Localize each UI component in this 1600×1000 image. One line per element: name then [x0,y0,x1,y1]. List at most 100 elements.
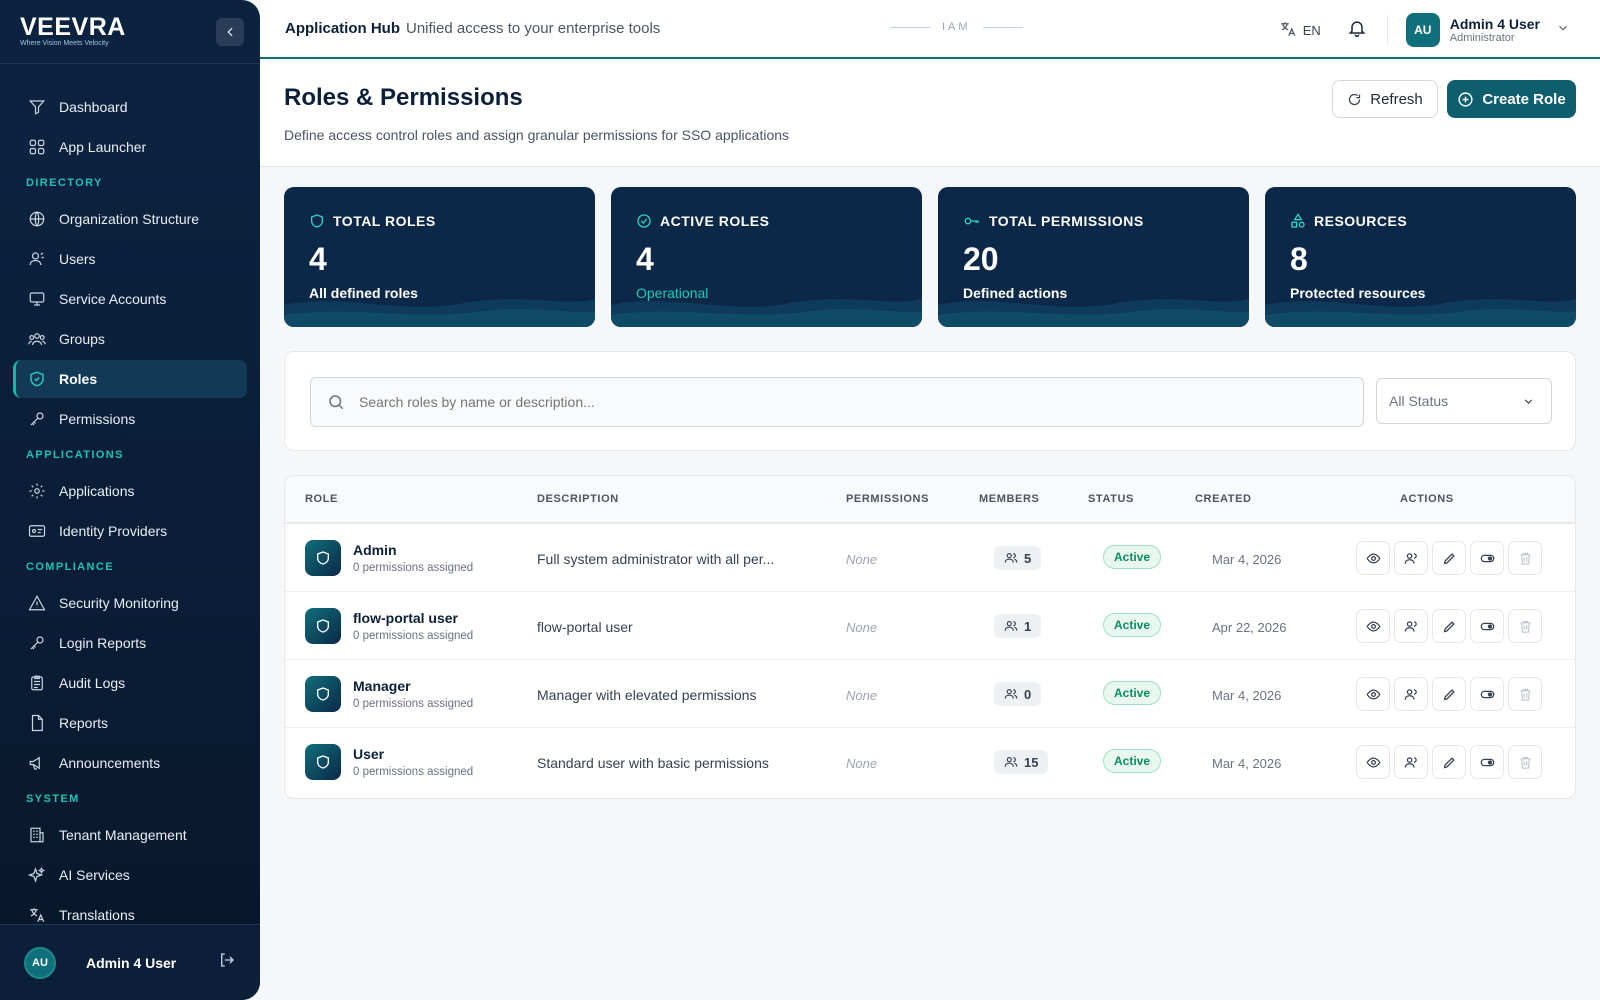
roles-table: ROLE DESCRIPTION PERMISSIONS MEMBERS STA… [284,475,1576,799]
status-filter-select[interactable]: All Status [1376,378,1552,424]
delete-button[interactable] [1508,677,1542,711]
sidebar-item-app-launcher[interactable]: App Launcher [13,128,247,166]
sidebar-item-label: Security Monitoring [59,595,179,611]
sidebar-item-reports[interactable]: Reports [13,704,247,742]
sidebar-item-announcements[interactable]: Announcements [13,744,247,782]
sidebar-item-organization-structure[interactable]: Organization Structure [13,200,247,238]
sidebar-item-dashboard[interactable]: Dashboard [13,88,247,126]
toggle-status-button[interactable] [1470,745,1504,779]
toggle-icon [1480,758,1494,766]
column-header[interactable]: DESCRIPTION [537,493,619,505]
sidebar-nav: Dashboard App Launcher DIRECTORY Organiz… [0,64,260,934]
toggle-status-button[interactable] [1470,541,1504,575]
members-badge[interactable]: 5 [994,546,1042,570]
users-icon [1004,621,1018,631]
toggle-status-button[interactable] [1470,609,1504,643]
edit-button[interactable] [1432,609,1466,643]
user-name: Admin 4 User [1449,16,1540,32]
avatar[interactable]: AU [24,946,56,979]
stat-value: 4 [636,241,654,277]
toggle-status-button[interactable] [1470,677,1504,711]
create-role-button[interactable]: Create Role [1447,80,1576,118]
sidebar-item-label: Tenant Management [59,827,187,843]
delete-button[interactable] [1508,609,1542,643]
language-switcher[interactable]: EN [1279,20,1321,41]
monitor-icon [27,289,47,309]
view-button[interactable] [1356,541,1390,575]
role-name[interactable]: Admin [353,542,397,558]
role-shield-icon [305,676,341,712]
manage-members-button[interactable] [1394,677,1428,711]
view-button[interactable] [1356,745,1390,779]
stat-label: TOTAL PERMISSIONS [963,213,1144,229]
logout-icon[interactable] [218,951,236,974]
role-name[interactable]: User [353,746,384,762]
avatar[interactable]: AU [1405,13,1440,47]
table-row[interactable]: Manager 0 permissions assigned Manager w… [285,660,1575,728]
sidebar-item-users[interactable]: Users [13,240,247,278]
eye-icon [1366,552,1380,564]
user-menu[interactable]: Admin 4 User Administrator [1450,16,1540,44]
view-button[interactable] [1356,609,1390,643]
role-name[interactable]: flow-portal user [353,610,458,626]
edit-button[interactable] [1432,677,1466,711]
group-icon [27,329,47,349]
manage-members-button[interactable] [1394,609,1428,643]
key-icon [964,217,979,225]
stat-value: 4 [309,241,327,277]
role-permissions: None [846,756,878,771]
section-compliance: COMPLIANCE [26,561,114,573]
column-header[interactable]: STATUS [1088,493,1134,505]
refresh-icon [1349,93,1361,105]
search-box[interactable] [310,377,1364,427]
sidebar-item-groups[interactable]: Groups [13,320,247,358]
sidebar-item-service-accounts[interactable]: Service Accounts [13,280,247,318]
sidebar-item-roles[interactable]: Roles [13,360,247,398]
sidebar-item-label: Identity Providers [59,523,168,539]
toggle-icon [1480,622,1494,630]
role-description: flow-portal user [537,619,633,635]
sidebar-item-identity-providers[interactable]: Identity Providers [13,512,247,550]
column-header[interactable]: ROLE [305,493,338,505]
users-icon [1004,757,1018,767]
column-header[interactable]: CREATED [1195,493,1252,505]
chevron-down-icon[interactable] [1556,21,1570,40]
view-button[interactable] [1356,677,1390,711]
edit-button[interactable] [1432,745,1466,779]
manage-members-button[interactable] [1394,541,1428,575]
table-row[interactable]: flow-portal user 0 permissions assigned … [285,592,1575,660]
toggle-icon [1480,554,1494,562]
collapse-sidebar-button[interactable] [216,18,244,46]
sidebar-item-tenant-management[interactable]: Tenant Management [13,816,247,854]
key-icon [27,633,47,653]
created-date: Mar 4, 2026 [1212,756,1282,771]
role-name[interactable]: Manager [353,678,411,694]
bell-icon[interactable] [1347,18,1367,43]
sidebar-item-audit-logs[interactable]: Audit Logs [13,664,247,702]
members-badge[interactable]: 15 [994,750,1049,774]
search-input[interactable] [359,394,1259,410]
sidebar-item-ai-services[interactable]: AI Services [13,856,247,894]
brand-logo[interactable]: VEEVRA [20,14,240,40]
members-badge[interactable]: 1 [994,614,1042,638]
column-header[interactable]: PERMISSIONS [846,493,929,505]
delete-button[interactable] [1508,745,1542,779]
table-row[interactable]: User 0 permissions assigned Standard use… [285,728,1575,796]
delete-button[interactable] [1508,541,1542,575]
refresh-button[interactable]: Refresh [1332,80,1438,118]
members-badge[interactable]: 0 [994,682,1042,706]
stat-label-text: TOTAL ROLES [333,213,436,229]
manage-members-button[interactable] [1394,745,1428,779]
members-count: 0 [1024,686,1032,702]
users-icon [1004,689,1018,699]
sidebar-item-security-monitoring[interactable]: Security Monitoring [13,584,247,622]
users-icon [1404,688,1417,700]
column-header[interactable]: MEMBERS [979,493,1039,505]
sidebar-item-permissions[interactable]: Permissions [13,400,247,438]
sidebar-item-label: App Launcher [59,139,147,155]
sidebar-item-login-reports[interactable]: Login Reports [13,624,247,662]
edit-button[interactable] [1432,541,1466,575]
role-shield-icon [305,744,341,780]
sidebar-item-applications[interactable]: Applications [13,472,247,510]
table-row[interactable]: Admin 0 permissions assigned Full system… [285,524,1575,592]
